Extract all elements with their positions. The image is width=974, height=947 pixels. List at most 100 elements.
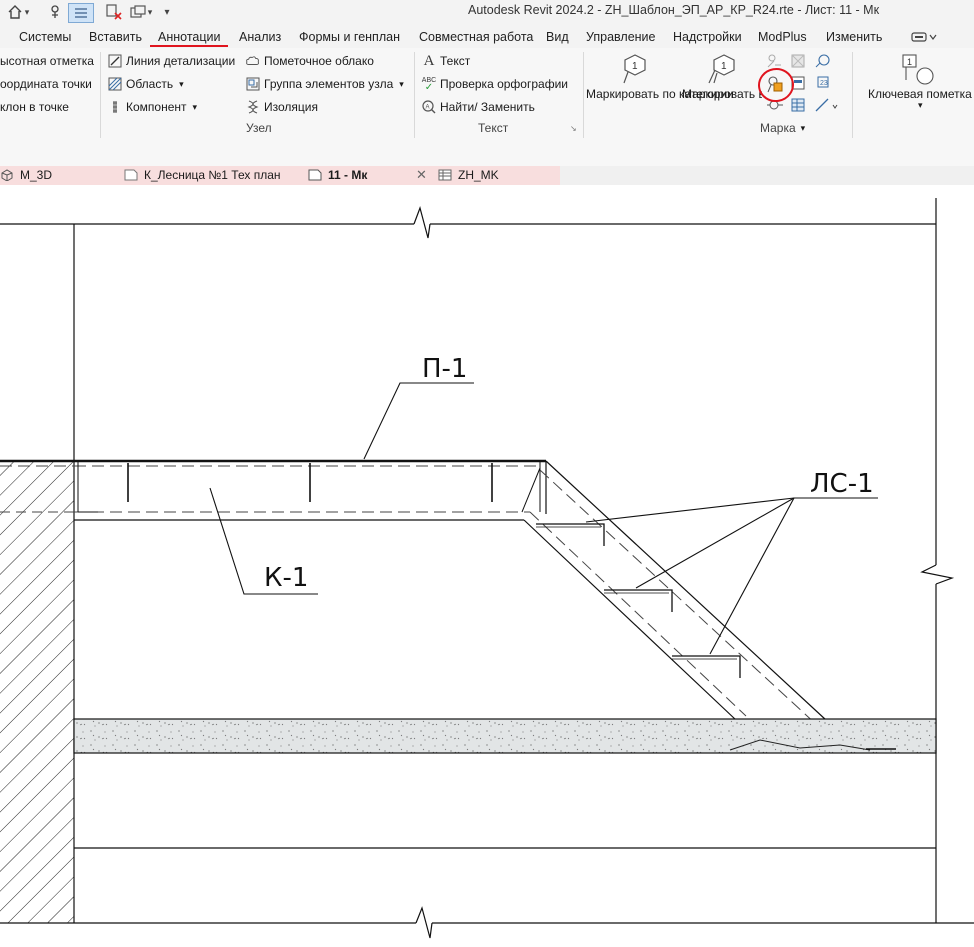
panel-separator: [852, 52, 853, 138]
3d-view-icon: [0, 168, 14, 182]
view-tab-m3d[interactable]: M_3D: [0, 168, 52, 182]
stair-tread-tag-icon[interactable]: [814, 97, 838, 116]
sheet-icon: [124, 168, 138, 182]
stringer-lower: [523, 519, 737, 721]
schedule-icon: [438, 168, 452, 182]
view-tab-label: 11 - Мк: [328, 168, 368, 182]
close-tab-icon[interactable]: ✕: [416, 167, 427, 183]
tag-panel-title-label: Марка: [760, 121, 796, 135]
keynote-button[interactable]: 1 Ключевая пометка ▾: [860, 52, 974, 118]
space-tag-icon[interactable]: 23: [814, 75, 832, 94]
ribbon-display-toggle[interactable]: [910, 30, 938, 47]
component-icon: [108, 100, 122, 114]
view-tab-label: ZH_MK: [458, 168, 499, 182]
component-dropdown-icon[interactable]: ▾: [193, 102, 198, 113]
region-icon: [108, 77, 122, 91]
region-label: Область: [126, 77, 174, 91]
spot-slope-button[interactable]: клон в точке: [0, 100, 69, 114]
tag-ls1[interactable]: ЛС-1: [810, 469, 874, 499]
text-panel-launcher-icon[interactable]: ↘: [570, 124, 577, 133]
keynote-icon-number: 1: [907, 57, 912, 67]
find-replace-icon: A: [422, 100, 436, 114]
find-replace-button[interactable]: A Найти/ Заменить: [422, 100, 535, 114]
tag-by-category-label: Маркировать по категории: [586, 87, 734, 101]
spelling-label: Проверка орфографии: [440, 77, 568, 91]
close-hidden-windows-icon[interactable]: [104, 3, 124, 21]
tag-k1[interactable]: К-1: [264, 563, 308, 593]
spell-check-icon: ABC ✓: [421, 77, 437, 93]
insulation-button[interactable]: Изоляция: [246, 100, 318, 114]
tag-by-category-icon: 1: [622, 54, 648, 87]
area-tag-icon[interactable]: [814, 53, 832, 72]
revision-cloud-button[interactable]: Пометочное облако: [246, 54, 374, 68]
keynote-dropdown-icon: ▾: [918, 100, 923, 110]
view-tab-zh-mk[interactable]: ZH_MK: [438, 168, 499, 182]
tab-analyze[interactable]: Анализ: [239, 30, 281, 44]
revision-cloud-label: Пометочное облако: [264, 54, 374, 68]
tag-by-category-button[interactable]: 1 Маркировать по категории: [586, 52, 734, 118]
qat-dropdown-icon[interactable]: ▾: [160, 3, 174, 21]
view-tab-stair-plan[interactable]: К_Лесница №1 Тех план: [124, 168, 281, 182]
insulation-label: Изоляция: [264, 100, 318, 114]
tag-panel-title[interactable]: Марка ▾: [760, 121, 805, 135]
home-icon[interactable]: ▾: [4, 3, 32, 21]
detail-line-button[interactable]: Линия детализации: [108, 54, 235, 68]
view-tab-sheet-11[interactable]: 11 - Мк: [308, 168, 367, 182]
break-line-top: [413, 206, 431, 239]
region-button[interactable]: Область ▾: [108, 77, 184, 91]
tab-addins[interactable]: Надстройки: [673, 30, 742, 44]
detail-group-dropdown-icon[interactable]: ▾: [399, 79, 404, 90]
spot-slope-label: клон в точке: [0, 100, 69, 114]
tag-all-button[interactable]: 1 Маркировать все: [682, 52, 762, 118]
measure-icon[interactable]: [46, 3, 64, 21]
detail-group-label: Группа элементов узла: [264, 77, 394, 91]
tab-manage[interactable]: Управление: [586, 30, 656, 44]
insulation-icon: [246, 100, 260, 114]
tab-annotate[interactable]: Аннотации: [158, 30, 220, 44]
cloud-icon: [246, 54, 260, 68]
detail-line-icon: [108, 54, 122, 68]
stringer-upper: [545, 460, 827, 721]
tag-p1[interactable]: П-1: [422, 354, 467, 384]
tab-collaborate[interactable]: Совместная работа: [419, 30, 533, 44]
tag-all-label: Маркировать все: [682, 87, 762, 101]
detail-panel-title: Узел: [246, 121, 272, 135]
active-tab-highlight: [150, 45, 228, 47]
component-label: Компонент: [126, 100, 187, 114]
find-replace-label: Найти/ Заменить: [440, 100, 535, 114]
svg-text:23: 23: [820, 80, 828, 87]
view-tab-label: К_Лесница №1 Тех план: [144, 168, 281, 182]
red-highlight-circle: [757, 66, 797, 109]
window-title: Autodesk Revit 2024.2 - ZH_Шаблон_ЭП_АР_…: [468, 3, 880, 17]
tag-icon-number: 1: [632, 61, 638, 72]
component-button[interactable]: Компонент ▾: [108, 100, 197, 114]
switch-windows-icon[interactable]: ▾: [126, 3, 156, 21]
detail-group-button[interactable]: Группа элементов узла ▾: [246, 77, 404, 91]
tab-systems[interactable]: Системы: [19, 30, 71, 44]
keynote-icon: 1: [900, 54, 936, 89]
text-button[interactable]: A Текст: [422, 52, 471, 69]
spot-elevation-button[interactable]: ысотная отметка: [0, 54, 94, 68]
drawing-canvas[interactable]: П-1 К-1 ЛС-1: [0, 185, 974, 944]
text-label: Текст: [440, 54, 471, 68]
svg-text:A: A: [426, 105, 430, 111]
wall-hatch: [0, 461, 74, 923]
panel-separator: [583, 52, 584, 138]
tab-insert[interactable]: Вставить: [89, 30, 142, 44]
tab-massing-site[interactable]: Формы и генплан: [299, 30, 400, 44]
panel-separator: [414, 52, 415, 138]
tab-view[interactable]: Вид: [546, 30, 569, 44]
region-dropdown-icon[interactable]: ▾: [179, 79, 184, 90]
keynote-label: Ключевая пометка: [868, 87, 972, 101]
tag-panel-dropdown-icon: ▾: [800, 122, 806, 133]
sheet-icon: [308, 168, 322, 182]
stair-section-drawing: П-1 К-1 ЛС-1: [0, 198, 974, 939]
text-A-icon: A: [423, 52, 435, 69]
thin-lines-icon[interactable]: [68, 3, 94, 23]
tab-modify[interactable]: Изменить: [826, 30, 882, 44]
spot-elevation-label: ысотная отметка: [0, 54, 94, 68]
detail-group-icon: [246, 77, 260, 91]
spot-coordinate-button[interactable]: оордината точки: [0, 77, 92, 91]
spelling-button[interactable]: ABC ✓ Проверка орфографии: [421, 77, 568, 93]
tab-modplus[interactable]: ModPlus: [758, 30, 807, 44]
